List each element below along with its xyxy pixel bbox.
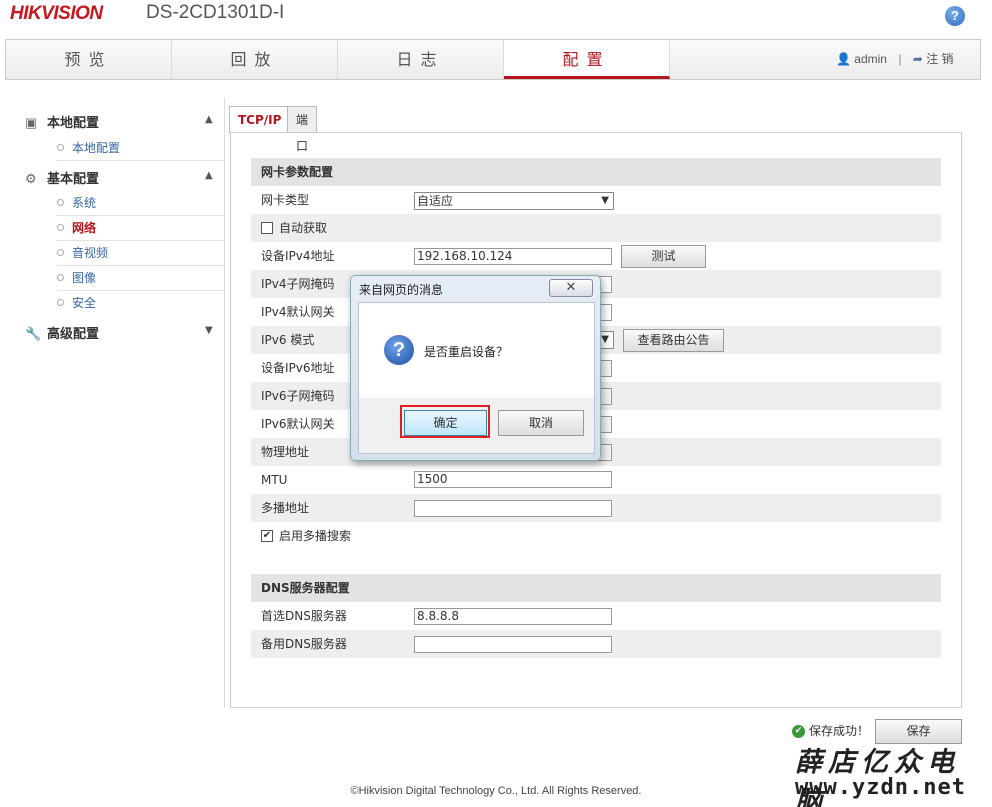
question-icon: ?: [384, 335, 414, 365]
tab-configuration[interactable]: 配置: [504, 40, 670, 79]
auto-obtain-row: 自动获取: [251, 214, 941, 242]
bullet-icon: [57, 144, 64, 151]
multicast-search-label: 启用多播搜索: [279, 529, 352, 543]
gear-icon: ⚙: [25, 171, 37, 186]
separator: |: [898, 52, 902, 66]
chevron-down-icon: ▼: [601, 334, 609, 345]
close-icon[interactable]: ✕: [549, 279, 593, 297]
bullet-icon: [57, 224, 64, 231]
chevron-down-icon: ▼: [601, 195, 609, 206]
tab-preview[interactable]: 预览: [6, 40, 172, 79]
chevron-up-icon[interactable]: ▲: [205, 114, 213, 125]
nic-type-select[interactable]: 自适应 ▼: [414, 192, 614, 210]
watermark-url: www.yzdn.net: [795, 775, 966, 800]
dialog-title: 来自网页的消息: [359, 283, 444, 297]
tab-tcpip[interactable]: TCP/IP: [229, 106, 291, 133]
logout-icon: ➦: [912, 52, 923, 66]
sidebar-group-local[interactable]: ▣ 本地配置: [25, 112, 99, 131]
section-title-nic: 网卡参数配置: [251, 158, 941, 186]
save-status: ✔ 保存成功！: [792, 722, 869, 739]
chevron-down-icon[interactable]: ▼: [205, 325, 213, 336]
cancel-button[interactable]: 取消: [498, 410, 584, 436]
ipv4-address-input[interactable]: 192.168.10.124: [414, 248, 612, 265]
view-route-button[interactable]: 查看路由公告: [623, 329, 724, 352]
auto-obtain-label: 自动获取: [279, 221, 328, 235]
bullet-icon: [57, 299, 64, 306]
sidebar-group-basic[interactable]: ⚙ 基本配置: [25, 168, 99, 187]
section-title-dns: DNS服务器配置: [251, 574, 941, 602]
sidebar: ▣ 本地配置 ▲ 本地配置 ⚙ 基本配置 ▲ 系统 网络 音视频 图像 安全 🔧 高级…: [15, 98, 225, 708]
auto-obtain-checkbox[interactable]: [261, 221, 273, 234]
dialog-body: ? 是否重启设备？: [358, 302, 595, 398]
sidebar-item-security[interactable]: 安全: [57, 291, 225, 316]
user-area: 👤 admin | ➦ 注 销: [836, 50, 954, 67]
main-nav: 预览 回放 日志 配置: [5, 39, 981, 80]
tab-playback[interactable]: 回放: [172, 40, 338, 79]
hikvision-logo: HIKVISION: [10, 3, 103, 24]
username[interactable]: admin: [854, 52, 887, 66]
bullet-icon: [57, 249, 64, 256]
preferred-dns-input[interactable]: 8.8.8.8: [414, 608, 612, 625]
bullet-icon: [57, 199, 64, 206]
sidebar-item-local-config[interactable]: 本地配置: [57, 136, 225, 161]
sidebar-item-audio-video[interactable]: 音视频: [57, 241, 225, 266]
user-icon: 👤: [836, 52, 851, 66]
bullet-icon: [57, 274, 64, 281]
tab-log[interactable]: 日志: [338, 40, 504, 79]
monitor-icon: ▣: [25, 115, 38, 130]
dialog-message: 是否重启设备？: [424, 345, 509, 359]
multicast-search-row: ✔ 启用多播搜索: [251, 522, 941, 550]
tab-port[interactable]: 端口: [287, 106, 318, 153]
sidebar-item-network[interactable]: 网络: [57, 216, 225, 241]
mtu-input[interactable]: 1500: [414, 471, 612, 488]
wrench-icon: 🔧: [25, 326, 42, 341]
sidebar-group-advanced[interactable]: 🔧 高级配置: [25, 323, 99, 342]
multicast-search-checkbox[interactable]: ✔: [261, 529, 273, 542]
sidebar-item-image[interactable]: 图像: [57, 266, 225, 291]
device-model: DS-2CD1301D-I: [146, 2, 285, 23]
test-button[interactable]: 测试: [621, 245, 706, 268]
chevron-up-icon[interactable]: ▲: [205, 170, 213, 181]
multicast-input[interactable]: [414, 500, 612, 517]
help-icon[interactable]: ?: [945, 6, 965, 26]
sidebar-item-system[interactable]: 系统: [57, 191, 225, 216]
check-circle-icon: ✔: [792, 725, 805, 738]
alternate-dns-input[interactable]: [414, 636, 612, 653]
logout-link[interactable]: 注 销: [926, 52, 953, 66]
highlight-box: [400, 405, 490, 438]
